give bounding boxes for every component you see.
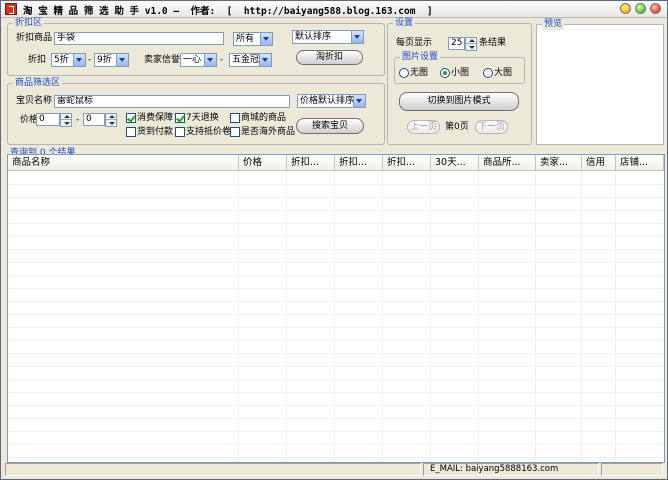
app-icon <box>5 3 17 15</box>
preview-legend: 预览 <box>542 19 565 30</box>
price-from-input[interactable]: 0 <box>36 113 60 126</box>
discount-product-input[interactable]: 手袋 <box>54 32 224 45</box>
discount-from-value: 5折 <box>54 55 69 65</box>
window-title: 淘 宝 精 品 筛 选 助 手 v1.0 — 作者: [ http://baiy… <box>23 6 433 17</box>
checkbox-consumer-guarantee[interactable] <box>126 113 136 123</box>
product-name-label: 宝贝名称 <box>16 96 53 106</box>
checkbox-cash-on-delivery[interactable] <box>126 127 136 137</box>
title-bar[interactable]: 淘 宝 精 品 筛 选 助 手 v1.0 — 作者: [ http://baiy… <box>1 1 667 18</box>
discount-label: 折扣 <box>28 55 47 65</box>
status-bar: E_MAIL: baiyang5888163.com <box>5 463 665 476</box>
per-page-spinner[interactable] <box>465 37 477 51</box>
checkbox-overseas[interactable] <box>230 127 240 137</box>
credit-dash: - <box>220 55 224 65</box>
discount-sort-select[interactable]: 默认排序 <box>292 30 364 44</box>
price-to-input[interactable]: 0 <box>83 113 105 126</box>
column-header-price[interactable]: 价格 <box>239 155 287 170</box>
image-settings-group: 图片设置 无图 小图 大图 <box>394 52 525 84</box>
chevron-down-icon <box>351 31 363 43</box>
column-header-discount-2[interactable]: 折扣... <box>335 155 383 170</box>
credit-to-select[interactable]: 五金冠 <box>229 53 272 67</box>
switch-image-mode-button[interactable]: 切换到图片模式 <box>399 92 519 111</box>
discount-legend: 折扣区 <box>13 18 45 29</box>
column-header-discount-1[interactable]: 折扣... <box>287 155 335 170</box>
discount-from-select[interactable]: 5折 <box>51 53 86 67</box>
status-panel-right <box>601 463 663 476</box>
checkbox-7day-return-label: 7天退换 <box>186 113 219 123</box>
column-header-location[interactable]: 商品所... <box>479 155 536 170</box>
column-header-discount-3[interactable]: 折扣... <box>383 155 431 170</box>
search-goods-button[interactable]: 搜索宝贝 <box>296 118 364 134</box>
chevron-down-icon <box>260 33 272 45</box>
close-button[interactable] <box>650 3 661 14</box>
chevron-down-icon <box>116 54 128 66</box>
checkbox-consumer-guarantee-label: 消费保障 <box>137 113 174 123</box>
radio-no-image-label: 无图 <box>410 68 429 78</box>
product-name-input[interactable]: 雷蛇鼠标 <box>54 95 290 108</box>
column-header-credit[interactable]: 信用 <box>582 155 616 170</box>
price-sort-select[interactable]: 价格默认排序 <box>297 94 366 108</box>
checkbox-mall-goods[interactable] <box>230 113 240 123</box>
checkbox-mall-goods-label: 商城的商品 <box>241 113 287 123</box>
seller-credit-label: 卖家信誉 <box>144 55 181 65</box>
discount-product-label: 折扣商品 <box>16 33 53 43</box>
main-window: 淘 宝 精 品 筛 选 助 手 v1.0 — 作者: [ http://baiy… <box>0 0 668 480</box>
radio-small-image[interactable] <box>440 68 450 78</box>
chevron-down-icon <box>353 95 365 107</box>
prev-page-button[interactable]: 上一页 <box>407 120 440 134</box>
discount-search-button[interactable]: 淘折扣 <box>296 50 363 65</box>
radio-large-image[interactable] <box>483 68 493 78</box>
image-settings-legend: 图片设置 <box>400 52 441 63</box>
per-page-input[interactable]: 25 <box>448 37 465 50</box>
chevron-down-icon <box>73 54 85 66</box>
chevron-down-icon <box>259 54 271 66</box>
radio-small-image-label: 小图 <box>451 68 470 78</box>
column-header-name[interactable]: 商品名称 <box>8 155 239 170</box>
discount-sort-value: 默认排序 <box>295 32 332 42</box>
checkbox-overseas-label: 是否海外商品 <box>241 127 296 137</box>
maximize-button[interactable] <box>635 3 646 14</box>
next-page-button[interactable]: 下一页 <box>475 120 508 134</box>
credit-from-value: 一心 <box>183 55 202 65</box>
discount-group: 折扣区 折扣商品 手袋 所有 默认排序 折扣 5折 - 9折 卖家信誉 一心 -… <box>7 18 385 76</box>
column-header-30day[interactable]: 30天... <box>431 155 479 170</box>
results-table[interactable]: 商品名称 价格 折扣... 折扣... 折扣... 30天... 商品所... … <box>7 154 665 463</box>
column-header-seller[interactable]: 卖家... <box>536 155 582 170</box>
per-page-label: 每页显示 <box>396 38 433 48</box>
checkbox-cash-on-delivery-label: 货到付款 <box>137 127 174 137</box>
discount-to-select[interactable]: 9折 <box>94 53 129 67</box>
discount-scope-select[interactable]: 所有 <box>233 32 273 46</box>
discount-to-value: 9折 <box>97 55 112 65</box>
discount-scope-value: 所有 <box>236 34 255 44</box>
filter-group: 商品筛选区 宝贝名称 雷蛇鼠标 价格默认排序 价格 0 - 0 消费保障 7天退… <box>7 78 385 145</box>
discount-dash: - <box>88 55 92 65</box>
filter-legend: 商品筛选区 <box>13 78 63 89</box>
price-sort-value: 价格默认排序 <box>300 96 355 106</box>
price-dash: - <box>76 115 80 125</box>
credit-from-select[interactable]: 一心 <box>180 53 217 67</box>
credit-to-value: 五金冠 <box>232 55 260 65</box>
radio-no-image[interactable] <box>399 68 409 78</box>
status-panel-left <box>5 463 421 476</box>
per-page-suffix: 条结果 <box>479 38 507 48</box>
checkbox-voucher[interactable] <box>175 127 185 137</box>
price-from-spinner[interactable] <box>60 113 72 127</box>
radio-large-image-label: 大图 <box>494 68 513 78</box>
column-header-shop[interactable]: 店铺... <box>616 155 664 170</box>
settings-legend: 设置 <box>393 18 416 29</box>
settings-group: 设置 每页显示 25 条结果 图片设置 无图 小图 大图 切换到图片模式 上一页… <box>387 18 532 145</box>
status-email: E_MAIL: baiyang5888163.com <box>423 463 599 476</box>
page-indicator: 第0页 <box>445 122 469 132</box>
table-header: 商品名称 价格 折扣... 折扣... 折扣... 30天... 商品所... … <box>8 155 664 171</box>
price-to-spinner[interactable] <box>105 113 117 127</box>
chevron-down-icon <box>204 54 216 66</box>
checkbox-7day-return[interactable] <box>175 113 185 123</box>
minimize-button[interactable] <box>620 3 631 14</box>
preview-panel: 预览 <box>536 19 664 145</box>
checkbox-voucher-label: 支持抵价卷 <box>186 127 232 137</box>
